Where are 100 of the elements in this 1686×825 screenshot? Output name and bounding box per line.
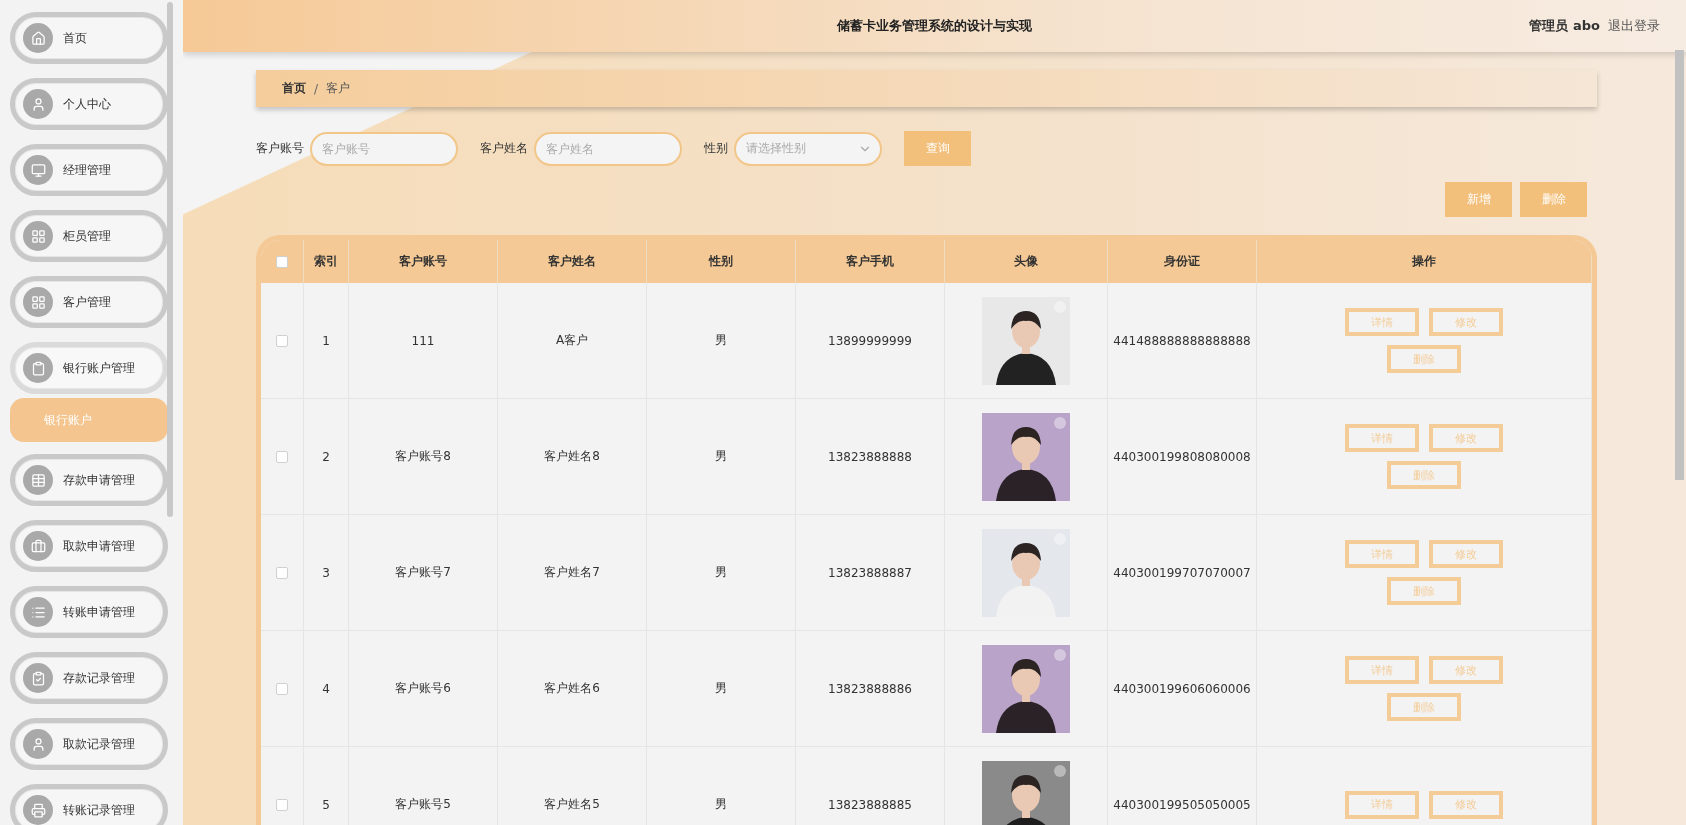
action-button[interactable]: 删除 (1387, 693, 1461, 721)
column-header: 客户账号 (349, 240, 498, 283)
printer-icon (23, 795, 53, 825)
table-cell: 客户姓名7 (498, 515, 647, 631)
table-cell: 客户账号6 (349, 631, 498, 747)
clipboard-icon (23, 353, 53, 383)
sidebar-item[interactable]: 取款申请管理 (10, 520, 168, 572)
table-cell: 4 (304, 631, 349, 747)
table-cell: 13823888887 (796, 515, 945, 631)
table-cell: 男 (647, 283, 796, 399)
action-button[interactable]: 删除 (1387, 577, 1461, 605)
user-icon (23, 89, 53, 119)
sidebar-item[interactable]: 个人中心 (10, 78, 168, 130)
list-icon (23, 597, 53, 627)
user-name: 管理员 abo (1529, 17, 1600, 35)
action-button[interactable]: 修改 (1429, 540, 1503, 568)
column-header: 客户姓名 (498, 240, 647, 283)
search-field[interactable]: 客户姓名 (534, 131, 682, 166)
table-cell: 440300199606060006 (1108, 631, 1257, 747)
table-cell: 客户账号5 (349, 747, 498, 825)
field-label: 性别 (704, 140, 728, 157)
briefcase-icon (23, 531, 53, 561)
action-button[interactable]: 详情 (1345, 424, 1419, 452)
action-button[interactable]: 删除 (1387, 461, 1461, 489)
column-header: 头像 (945, 240, 1108, 283)
table-cell: 1 (304, 283, 349, 399)
field-label: 客户姓名 (480, 140, 528, 157)
table-cell: 13899999999 (796, 283, 945, 399)
table-cell: 客户账号8 (349, 399, 498, 515)
table-cell: 440300199707070007 (1108, 515, 1257, 631)
sidebar-item[interactable]: 客户管理 (10, 276, 168, 328)
column-header: 性别 (647, 240, 796, 283)
table-cell: 5 (304, 747, 349, 825)
table-cell: 440300199505050005 (1108, 747, 1257, 825)
checkbox[interactable] (276, 255, 288, 268)
action-button[interactable]: 详情 (1345, 790, 1419, 819)
sidebar-item[interactable]: 取款记录管理 (10, 718, 168, 770)
table-cell: 111 (349, 283, 498, 399)
table-cell: 3 (304, 515, 349, 631)
table-cell: 男 (647, 631, 796, 747)
table-cell: 客户姓名6 (498, 631, 647, 747)
table-cell: 2 (304, 399, 349, 515)
column-header: 客户手机 (796, 240, 945, 283)
scrollbar[interactable] (167, 2, 173, 517)
checkbox[interactable] (276, 682, 288, 695)
scrollbar[interactable] (1675, 50, 1684, 480)
search-button[interactable]: 查询 (904, 131, 971, 166)
checkbox[interactable] (276, 334, 288, 347)
user-icon (23, 729, 53, 759)
column-header: 索引 (304, 240, 349, 283)
checkbox[interactable] (276, 450, 288, 463)
action-button[interactable]: 修改 (1429, 656, 1503, 684)
sidebar-item[interactable]: 转账申请管理 (10, 586, 168, 638)
table-cell: 客户姓名8 (498, 399, 647, 515)
grid-icon (23, 221, 53, 251)
column-header: 身份证 (1108, 240, 1257, 283)
action-button[interactable]: 详情 (1345, 540, 1419, 568)
breadcrumb-current: 客户 (326, 80, 351, 97)
home-icon (23, 23, 53, 53)
clipboard-check-icon (23, 663, 53, 693)
field-label: 客户账号 (256, 140, 304, 157)
add-button[interactable]: 新增 (1445, 182, 1512, 217)
action-button[interactable]: 修改 (1429, 308, 1503, 336)
column-header: 操作 (1257, 240, 1592, 283)
action-button[interactable]: 修改 (1429, 790, 1503, 819)
table-cell: 441488888888888888 (1108, 283, 1257, 399)
table-cell: 男 (647, 399, 796, 515)
monitor-icon (23, 155, 53, 185)
table-cell: 客户姓名5 (498, 747, 647, 825)
sidebar-item[interactable]: 存款记录管理 (10, 652, 168, 704)
sidebar-item[interactable]: 银行账户管理 (10, 342, 168, 394)
grid-icon (23, 287, 53, 317)
action-button[interactable]: 详情 (1345, 656, 1419, 684)
table-cell: 13823888886 (796, 631, 945, 747)
checkbox[interactable] (276, 798, 288, 811)
breadcrumb-link[interactable]: 首页 (282, 80, 306, 97)
table-cell: 13823888888 (796, 399, 945, 515)
gender-select[interactable]: 请选择性别 (734, 131, 882, 166)
table-cell: 男 (647, 747, 796, 825)
table-cell: 13823888885 (796, 747, 945, 825)
sidebar-item[interactable]: 存款申请管理 (10, 454, 168, 506)
checkbox[interactable] (276, 566, 288, 579)
logout-link[interactable]: 退出登录 (1608, 17, 1660, 35)
action-button[interactable]: 删除 (1387, 345, 1461, 373)
sidebar-item[interactable]: 转账记录管理 (10, 784, 168, 825)
sidebar-item[interactable]: 首页 (10, 12, 168, 64)
table-cell: A客户 (498, 283, 647, 399)
page-title: 储蓄卡业务管理系统的设计与实现 (837, 17, 1032, 35)
sidebar-item[interactable]: 经理管理 (10, 144, 168, 196)
delete-button[interactable]: 删除 (1520, 182, 1587, 217)
sidebar-item[interactable]: 柜员管理 (10, 210, 168, 262)
sidebar-subitem[interactable]: 银行账户 (10, 398, 168, 442)
table-cell: 客户账号7 (349, 515, 498, 631)
search-field[interactable]: 客户账号 (310, 131, 458, 166)
breadcrumb-separator: / (314, 81, 319, 96)
table-cell: 440300199808080008 (1108, 399, 1257, 515)
table-cell: 男 (647, 515, 796, 631)
table-icon (23, 465, 53, 495)
action-button[interactable]: 修改 (1429, 424, 1503, 452)
action-button[interactable]: 详情 (1345, 308, 1419, 336)
